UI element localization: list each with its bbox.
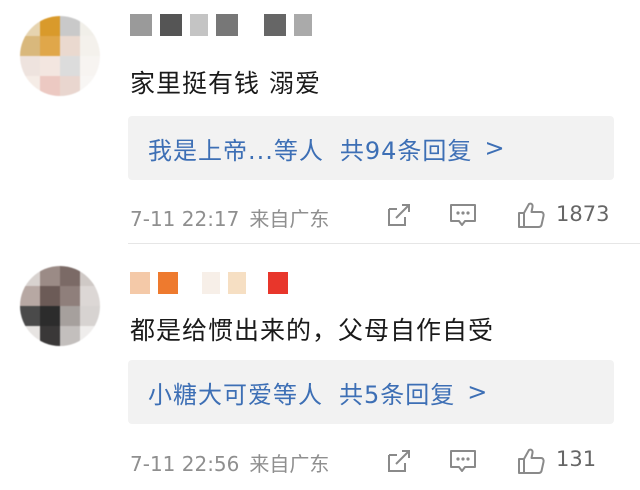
comment-text: 都是给惯出来的，父母自作自受 [130, 316, 495, 345]
location: 来自广东 [249, 452, 330, 476]
comment-meta: 7-11 22:56 来自广东 [130, 448, 329, 477]
comment-text: 家里挺有钱 溺爱 [130, 69, 321, 98]
avatar[interactable] [20, 266, 100, 346]
reply-count: 共94条回复 [339, 136, 473, 165]
comment-item: 家里挺有钱 溺爱 我是上帝...等人 共94条回复 > 7-11 22:17 来自… [0, 0, 640, 243]
thumbs-up-icon[interactable] [516, 446, 546, 476]
comment-item: 都是给惯出来的，父母自作自受 小糖大可爱等人 共5条回复 > 7-11 22:5… [0, 244, 640, 490]
reply-preview[interactable]: 我是上帝...等人 共94条回复 > [128, 116, 614, 180]
chevron-right-icon: > [484, 134, 506, 162]
username[interactable] [130, 12, 312, 38]
reply-users: 小糖大可爱等人 [148, 380, 323, 409]
share-icon[interactable] [384, 200, 414, 230]
comment-icon[interactable] [448, 200, 478, 230]
comment-meta: 7-11 22:17 来自广东 [130, 203, 329, 232]
share-icon[interactable] [384, 446, 414, 476]
like-count: 1873 [556, 202, 610, 226]
reply-preview[interactable]: 小糖大可爱等人 共5条回复 > [128, 360, 614, 424]
timestamp: 7-11 22:17 [130, 207, 240, 231]
location: 来自广东 [249, 207, 330, 231]
chevron-right-icon: > [467, 378, 489, 406]
reply-count: 共5条回复 [339, 380, 456, 409]
like-count: 131 [556, 447, 597, 471]
username[interactable] [130, 270, 288, 296]
comment-icon[interactable] [448, 446, 478, 476]
avatar[interactable] [20, 16, 100, 96]
thumbs-up-icon[interactable] [516, 200, 546, 230]
timestamp: 7-11 22:56 [130, 452, 240, 476]
reply-users: 我是上帝...等人 [148, 136, 324, 165]
